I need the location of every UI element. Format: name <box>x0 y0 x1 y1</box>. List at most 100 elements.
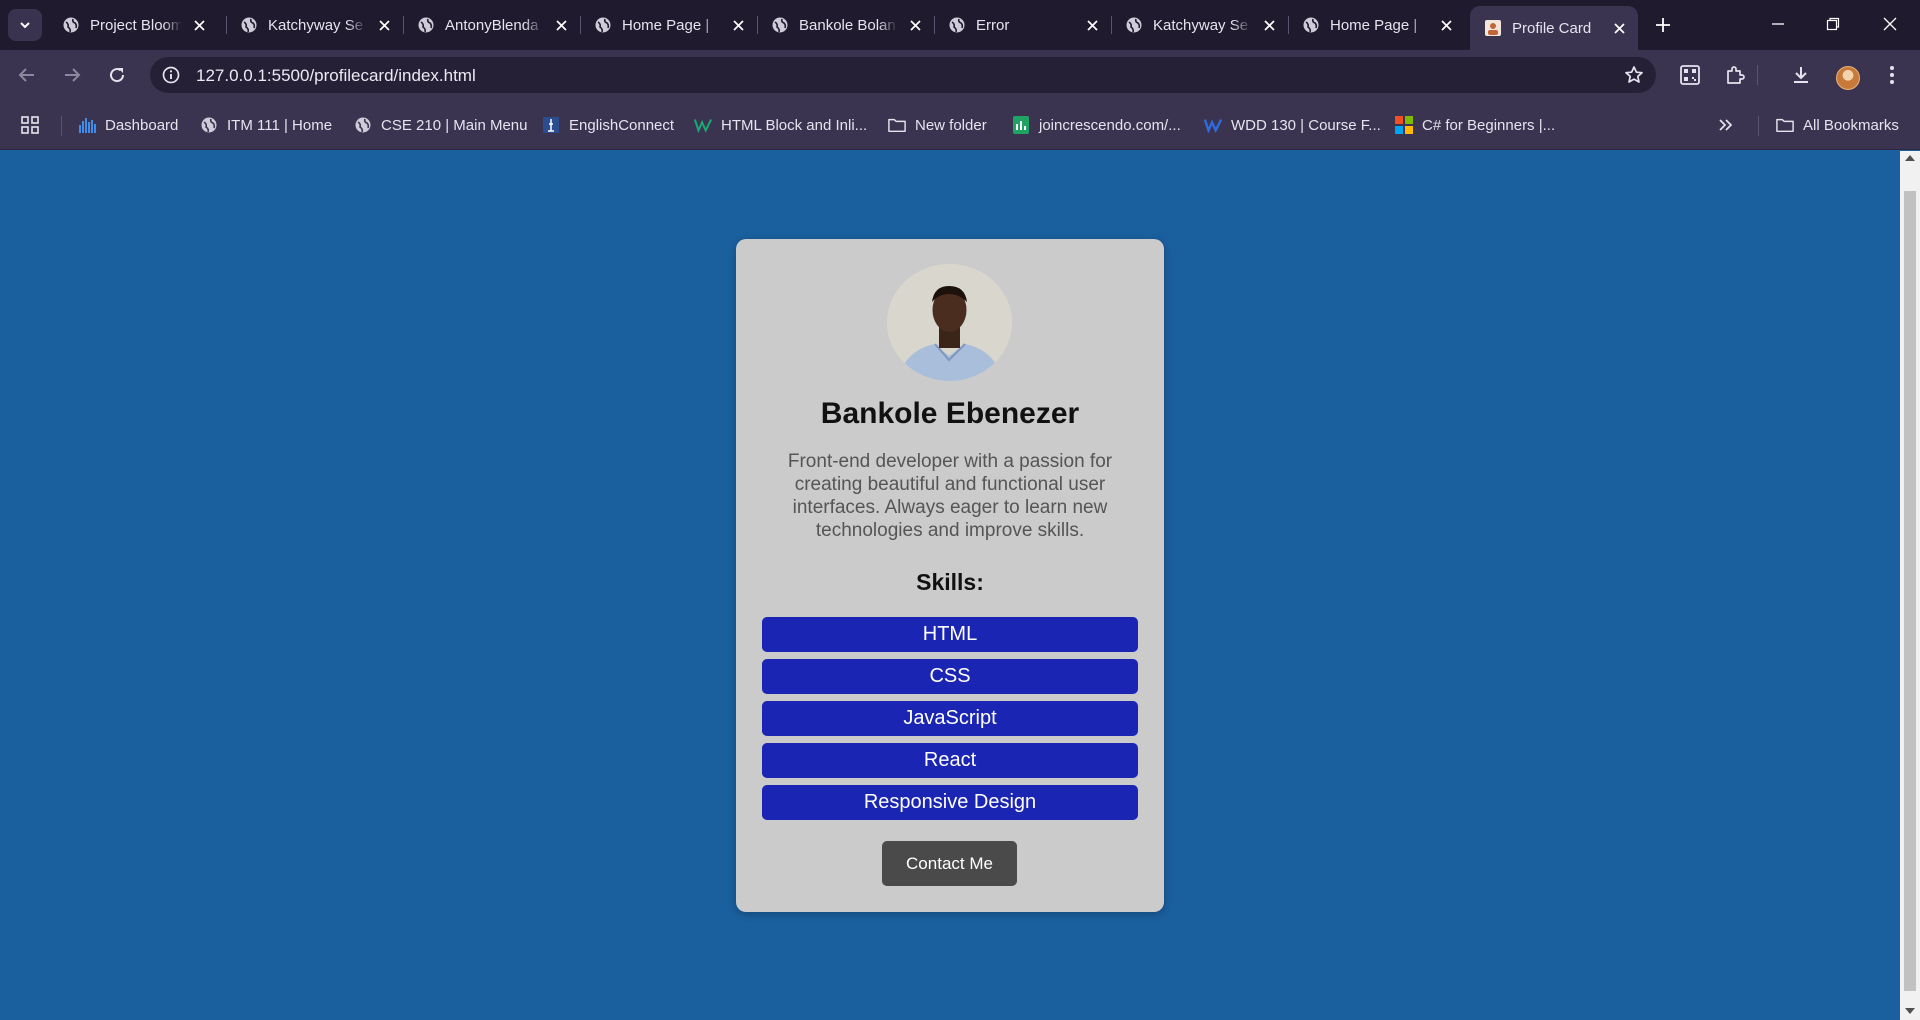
browser-toolbar: 127.0.0.1:5500/profilecard/index.html <box>0 50 1920 100</box>
tab-4[interactable]: Bankole Bolan <box>757 6 934 44</box>
forward-button[interactable] <box>56 59 88 91</box>
globe-icon <box>595 17 611 33</box>
skill-badge: JavaScript <box>762 701 1138 736</box>
bookmark-label: C# for Beginners |... <box>1422 116 1556 134</box>
url-text[interactable]: 127.0.0.1:5500/profilecard/index.html <box>196 66 476 86</box>
tab-title: Project Bloom <box>90 16 182 34</box>
bookmark-englishconnect[interactable]: EnglishConnect <box>542 114 674 136</box>
qr-code-icon[interactable] <box>1676 61 1704 89</box>
globe-icon <box>1126 17 1142 33</box>
tab-title: Bankole Bolan <box>799 16 896 34</box>
new-tab-button[interactable] <box>1650 12 1676 38</box>
globe-icon <box>1303 17 1319 33</box>
plus-icon <box>1656 18 1670 32</box>
skill-badge: HTML <box>762 617 1138 652</box>
close-tab-icon[interactable] <box>1260 16 1278 34</box>
close-tab-icon[interactable] <box>190 16 208 34</box>
tab-2[interactable]: AntonyBlenda <box>403 6 580 44</box>
tab-title: Home Page | <box>622 16 710 34</box>
close-tab-icon[interactable] <box>375 16 393 34</box>
bookmark-html-block[interactable]: HTML Block and Inli... <box>694 114 867 136</box>
church-icon <box>542 116 560 134</box>
tab-title: AntonyBlenda <box>445 16 539 34</box>
tab-title: Profile Card <box>1512 19 1592 37</box>
profile-avatar[interactable] <box>1836 66 1860 90</box>
tab-1[interactable]: Katchyway Se <box>226 6 403 44</box>
restore-button[interactable] <box>1810 8 1856 40</box>
bookmark-label: EnglishConnect <box>569 116 675 134</box>
apps-grid-button[interactable] <box>20 114 40 136</box>
tab-5[interactable]: Error <box>934 6 1111 44</box>
reload-button[interactable] <box>101 59 133 91</box>
close-icon <box>1883 17 1897 31</box>
profile-card: Bankole Ebenezer Front-end developer wit… <box>736 239 1164 912</box>
skills-heading: Skills: <box>916 569 984 595</box>
bookmark-cse-210[interactable]: CSE 210 | Main Menu <box>354 114 527 136</box>
address-bar[interactable]: 127.0.0.1:5500/profilecard/index.html <box>150 57 1656 93</box>
globe-icon <box>241 17 257 33</box>
contact-me-button[interactable]: Contact Me <box>882 841 1017 886</box>
globe-icon <box>772 17 788 33</box>
w-logo-icon <box>1204 116 1222 134</box>
bookmark-label: WDD 130 | Course F... <box>1231 116 1381 134</box>
close-tab-icon[interactable] <box>1610 19 1628 37</box>
bookmark-new-folder[interactable]: New folder <box>888 114 987 136</box>
extensions-icon[interactable] <box>1721 61 1749 89</box>
close-window-button[interactable] <box>1867 8 1913 40</box>
reload-icon <box>110 68 125 83</box>
profile-bio: Front-end developer with a passion for c… <box>787 451 1113 541</box>
w-logo-icon <box>694 116 712 134</box>
skills-list: HTML CSS JavaScript React Responsive Des… <box>762 617 1138 827</box>
globe-icon <box>418 17 434 33</box>
tab-7[interactable]: Home Page | <box>1288 6 1465 44</box>
site-info-icon[interactable] <box>160 64 182 86</box>
close-tab-icon[interactable] <box>906 16 924 34</box>
close-tab-icon[interactable] <box>1437 16 1455 34</box>
close-tab-icon[interactable] <box>729 16 747 34</box>
close-tab-icon[interactable] <box>552 16 570 34</box>
sheets-icon <box>1012 116 1030 134</box>
folder-icon <box>1776 116 1794 134</box>
folder-icon <box>888 116 906 134</box>
tab-0[interactable]: Project Bloom <box>48 6 218 44</box>
arrow-right-icon <box>65 68 81 82</box>
bar-chart-icon <box>78 116 96 134</box>
tab-search-button[interactable] <box>8 9 42 41</box>
tab-strip: Project Bloom Katchyway Se AntonyBlenda … <box>0 0 1920 50</box>
tab-6[interactable]: Katchyway Se <box>1111 6 1288 44</box>
arrow-left-icon <box>18 68 34 82</box>
chevron-double-right-icon <box>1719 119 1733 131</box>
tab-title: Katchyway Se <box>1153 16 1249 34</box>
all-bookmarks-button[interactable]: All Bookmarks <box>1776 114 1899 136</box>
tab-8-active[interactable]: Profile Card <box>1470 6 1638 50</box>
bookmark-separator <box>1758 116 1759 136</box>
tab-3[interactable]: Home Page | <box>580 6 757 44</box>
scroll-down-arrow-icon[interactable] <box>1905 1008 1915 1014</box>
profile-favicon-icon <box>1485 20 1501 36</box>
apps-grid-icon <box>21 116 39 134</box>
vertical-scrollbar[interactable] <box>1900 151 1920 1020</box>
bookmark-joincrescendo[interactable]: joincrescendo.com/... <box>1012 114 1181 136</box>
bookmark-label: HTML Block and Inli... <box>721 116 868 134</box>
close-tab-icon[interactable] <box>1083 16 1101 34</box>
bookmark-wdd-130[interactable]: WDD 130 | Course F... <box>1204 114 1381 136</box>
bookmark-itm-111[interactable]: ITM 111 | Home <box>200 114 332 136</box>
tab-title: Katchyway Se <box>268 16 364 34</box>
globe-icon <box>949 17 965 33</box>
scrollbar-thumb[interactable] <box>1904 191 1916 991</box>
more-bookmarks-button[interactable] <box>1718 114 1734 136</box>
bookmark-label: New folder <box>915 116 987 134</box>
bookmark-star-icon[interactable] <box>1622 63 1646 87</box>
menu-kebab-icon[interactable] <box>1878 61 1906 89</box>
bookmark-csharp[interactable]: C# for Beginners |... <box>1395 114 1555 136</box>
skill-badge: Responsive Design <box>762 785 1138 820</box>
bookmark-label: joincrescendo.com/... <box>1039 116 1181 134</box>
back-button[interactable] <box>11 59 43 91</box>
minimize-button[interactable] <box>1755 8 1801 40</box>
chevron-down-icon <box>20 22 30 29</box>
bookmark-dashboard[interactable]: Dashboard <box>78 114 178 136</box>
bookmark-label: ITM 111 | Home <box>227 116 333 134</box>
download-icon[interactable] <box>1787 61 1815 89</box>
globe-icon <box>200 116 218 134</box>
scroll-up-arrow-icon[interactable] <box>1905 155 1915 161</box>
